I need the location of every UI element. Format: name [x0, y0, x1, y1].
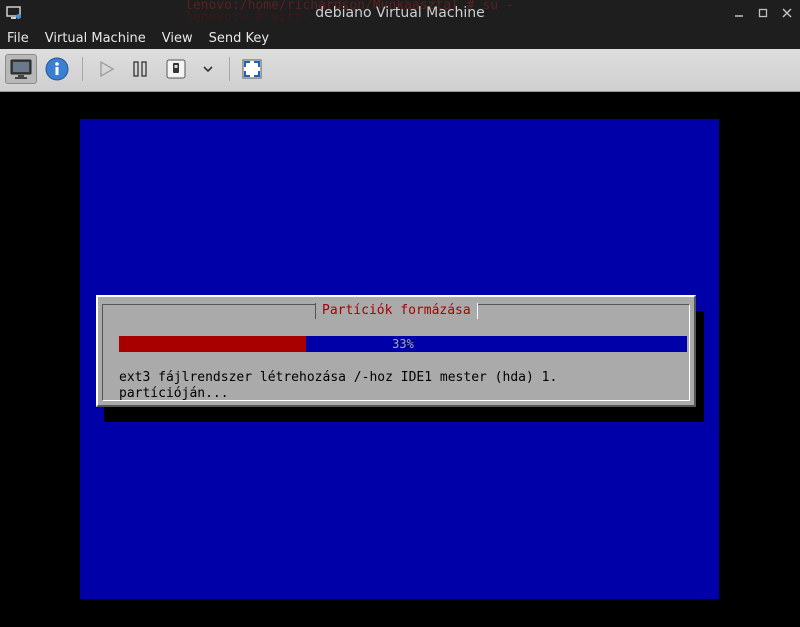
details-button[interactable]: [41, 54, 73, 84]
maximize-icon[interactable]: [756, 6, 770, 20]
shutdown-icon: [166, 59, 186, 79]
installer-progress-dialog: Partíciók formázása 33% ext3 fájlrendsze…: [96, 295, 696, 407]
dialog-title: Partíciók formázása: [315, 303, 478, 319]
status-message: ext3 fájlrendszer létrehozása /-hoz IDE1…: [119, 370, 558, 401]
console-icon: [10, 59, 32, 79]
fullscreen-icon: [242, 59, 262, 79]
minimize-icon[interactable]: [732, 6, 746, 20]
toolbar-separator: [82, 57, 83, 81]
close-icon[interactable]: [780, 6, 794, 20]
window-title: debiano Virtual Machine: [315, 5, 485, 21]
fullscreen-button[interactable]: [236, 54, 268, 84]
run-icon: [100, 60, 115, 78]
window-titlebar: lenovo:/home/richardson/Munkaasztal # su…: [0, 0, 800, 28]
menu-bar: File Virtual Machine View Send Key: [0, 28, 800, 49]
shutdown-menu-button[interactable]: [193, 54, 223, 84]
menu-send-key[interactable]: Send Key: [201, 31, 277, 46]
toolbar-separator: [229, 57, 230, 81]
progress-bar: 33%: [119, 336, 687, 352]
dropdown-arrow-icon: [203, 66, 213, 73]
dialog-frame: Partíciók formázása 33% ext3 fájlrendsze…: [102, 303, 690, 401]
info-icon: [45, 57, 69, 81]
run-button[interactable]: [90, 54, 122, 84]
menu-file[interactable]: File: [0, 31, 37, 46]
menu-virtual-machine[interactable]: Virtual Machine: [37, 31, 154, 46]
console-button[interactable]: [5, 54, 37, 84]
toolbar: [0, 49, 800, 92]
pause-button[interactable]: [124, 54, 156, 84]
window-controls: [732, 6, 794, 20]
menu-view[interactable]: View: [154, 31, 201, 46]
progress-percent: 33%: [392, 337, 414, 351]
shutdown-button[interactable]: [160, 54, 192, 84]
pause-icon: [133, 61, 147, 77]
